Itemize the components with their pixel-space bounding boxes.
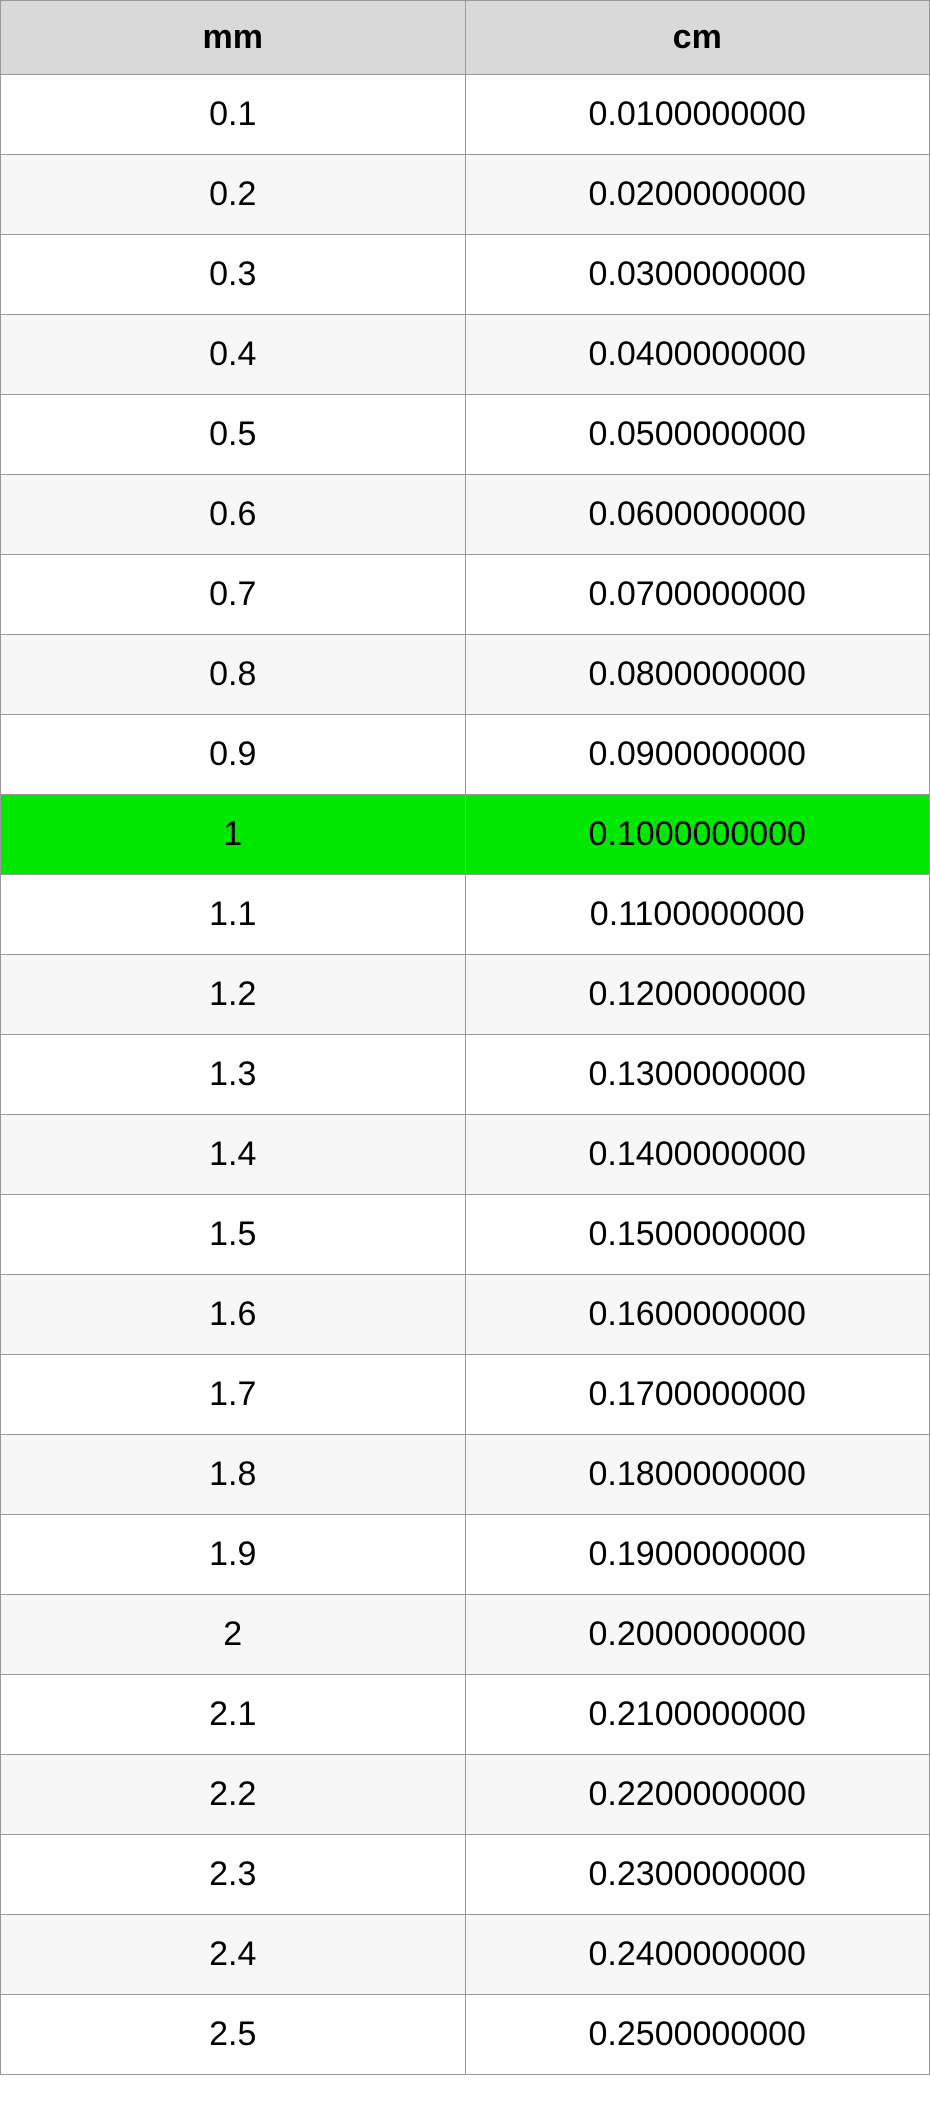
cell-cm: 0.1000000000 [465, 795, 930, 875]
cell-cm: 0.2400000000 [465, 1915, 930, 1995]
cell-mm: 1.6 [1, 1275, 466, 1355]
table-row: 0.20.0200000000 [1, 155, 930, 235]
table-row: 0.10.0100000000 [1, 75, 930, 155]
cell-mm: 0.3 [1, 235, 466, 315]
cell-mm: 0.2 [1, 155, 466, 235]
cell-mm: 2.5 [1, 1995, 466, 2075]
cell-cm: 0.1900000000 [465, 1515, 930, 1595]
cell-cm: 0.0100000000 [465, 75, 930, 155]
cell-mm: 0.9 [1, 715, 466, 795]
cell-mm: 0.8 [1, 635, 466, 715]
cell-mm: 1.5 [1, 1195, 466, 1275]
conversion-table: mm cm 0.10.01000000000.20.02000000000.30… [0, 0, 930, 2075]
cell-mm: 1 [1, 795, 466, 875]
cell-mm: 1.9 [1, 1515, 466, 1595]
cell-cm: 0.1500000000 [465, 1195, 930, 1275]
cell-mm: 2.1 [1, 1675, 466, 1755]
table-row: 0.50.0500000000 [1, 395, 930, 475]
table-header-row: mm cm [1, 1, 930, 75]
cell-cm: 0.1300000000 [465, 1035, 930, 1115]
cell-cm: 0.1100000000 [465, 875, 930, 955]
cell-mm: 0.6 [1, 475, 466, 555]
cell-cm: 0.1700000000 [465, 1355, 930, 1435]
cell-mm: 1.7 [1, 1355, 466, 1435]
table-row: 1.30.1300000000 [1, 1035, 930, 1115]
table-row: 2.10.2100000000 [1, 1675, 930, 1755]
cell-mm: 1.8 [1, 1435, 466, 1515]
table-row: 0.60.0600000000 [1, 475, 930, 555]
table-row: 1.50.1500000000 [1, 1195, 930, 1275]
column-header-mm: mm [1, 1, 466, 75]
cell-cm: 0.0900000000 [465, 715, 930, 795]
cell-cm: 0.2500000000 [465, 1995, 930, 2075]
table-row: 2.40.2400000000 [1, 1915, 930, 1995]
column-header-cm: cm [465, 1, 930, 75]
cell-cm: 0.2000000000 [465, 1595, 930, 1675]
cell-mm: 0.7 [1, 555, 466, 635]
table-row: 2.20.2200000000 [1, 1755, 930, 1835]
cell-cm: 0.0200000000 [465, 155, 930, 235]
cell-cm: 0.0700000000 [465, 555, 930, 635]
cell-cm: 0.1600000000 [465, 1275, 930, 1355]
table-row: 1.80.1800000000 [1, 1435, 930, 1515]
table-row: 2.50.2500000000 [1, 1995, 930, 2075]
table-row: 20.2000000000 [1, 1595, 930, 1675]
cell-cm: 0.2300000000 [465, 1835, 930, 1915]
table-row: 1.60.1600000000 [1, 1275, 930, 1355]
cell-cm: 0.1200000000 [465, 955, 930, 1035]
table-row: 0.90.0900000000 [1, 715, 930, 795]
cell-cm: 0.0500000000 [465, 395, 930, 475]
cell-mm: 0.4 [1, 315, 466, 395]
cell-mm: 0.5 [1, 395, 466, 475]
table-row: 0.80.0800000000 [1, 635, 930, 715]
cell-mm: 2.4 [1, 1915, 466, 1995]
cell-mm: 2.3 [1, 1835, 466, 1915]
cell-cm: 0.0600000000 [465, 475, 930, 555]
cell-mm: 1.1 [1, 875, 466, 955]
table-row: 1.70.1700000000 [1, 1355, 930, 1435]
table-row: 0.30.0300000000 [1, 235, 930, 315]
table-row: 1.10.1100000000 [1, 875, 930, 955]
cell-cm: 0.1800000000 [465, 1435, 930, 1515]
cell-cm: 0.0400000000 [465, 315, 930, 395]
cell-mm: 2.2 [1, 1755, 466, 1835]
cell-mm: 1.2 [1, 955, 466, 1035]
table-row: 0.70.0700000000 [1, 555, 930, 635]
table-body: 0.10.01000000000.20.02000000000.30.03000… [1, 75, 930, 2075]
table-row: 1.90.1900000000 [1, 1515, 930, 1595]
cell-mm: 0.1 [1, 75, 466, 155]
cell-cm: 0.0800000000 [465, 635, 930, 715]
table-row: 1.20.1200000000 [1, 955, 930, 1035]
cell-mm: 2 [1, 1595, 466, 1675]
table-row: 0.40.0400000000 [1, 315, 930, 395]
cell-cm: 0.2200000000 [465, 1755, 930, 1835]
table-row: 10.1000000000 [1, 795, 930, 875]
cell-mm: 1.4 [1, 1115, 466, 1195]
table-row: 2.30.2300000000 [1, 1835, 930, 1915]
cell-cm: 0.1400000000 [465, 1115, 930, 1195]
cell-mm: 1.3 [1, 1035, 466, 1115]
cell-cm: 0.2100000000 [465, 1675, 930, 1755]
cell-cm: 0.0300000000 [465, 235, 930, 315]
table-row: 1.40.1400000000 [1, 1115, 930, 1195]
